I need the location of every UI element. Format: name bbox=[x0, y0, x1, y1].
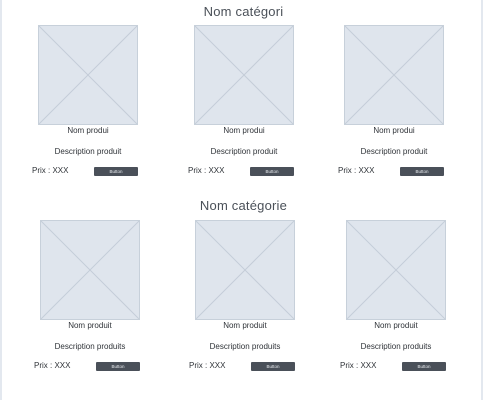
product-price: Prix : XXX bbox=[338, 166, 375, 175]
category-title: Nom catégori bbox=[203, 4, 284, 19]
image-placeholder-icon[interactable] bbox=[38, 25, 138, 125]
product-description: Description produits bbox=[360, 342, 432, 351]
product-name: Nom produit bbox=[374, 321, 418, 330]
product-button[interactable]: Button bbox=[96, 362, 140, 371]
image-placeholder-icon[interactable] bbox=[194, 25, 294, 125]
product-price: Prix : XXX bbox=[189, 361, 226, 370]
product-name: Nom produi bbox=[67, 126, 109, 135]
image-placeholder-icon[interactable] bbox=[346, 220, 446, 320]
product-price: Prix : XXX bbox=[32, 166, 69, 175]
product-name: Nom produit bbox=[223, 321, 267, 330]
product-button[interactable]: Button bbox=[400, 167, 444, 176]
product-name: Nom produit bbox=[68, 321, 112, 330]
product-card: Nom produi Description produit Prix : XX… bbox=[338, 25, 454, 185]
page-frame: Nom catégori Nom produi Description prod… bbox=[0, 0, 483, 400]
product-name: Nom produi bbox=[373, 126, 415, 135]
product-button[interactable]: Button bbox=[94, 167, 138, 176]
product-card: Nom produit Description produits Prix : … bbox=[340, 220, 456, 380]
product-button[interactable]: Button bbox=[250, 167, 294, 176]
product-name: Nom produi bbox=[223, 126, 265, 135]
product-price: Prix : XXX bbox=[34, 361, 71, 370]
product-description: Description produit bbox=[360, 147, 428, 156]
image-placeholder-icon[interactable] bbox=[40, 220, 140, 320]
product-card: Nom produit Description produits Prix : … bbox=[34, 220, 150, 380]
product-price: Prix : XXX bbox=[340, 361, 377, 370]
product-description: Description produits bbox=[209, 342, 281, 351]
image-placeholder-icon[interactable] bbox=[344, 25, 444, 125]
product-price: Prix : XXX bbox=[188, 166, 225, 175]
product-card: Nom produi Description produit Prix : XX… bbox=[32, 25, 148, 185]
product-description: Description produit bbox=[54, 147, 122, 156]
product-description: Description produits bbox=[54, 342, 126, 351]
image-placeholder-icon[interactable] bbox=[195, 220, 295, 320]
product-card: Nom produi Description produit Prix : XX… bbox=[188, 25, 304, 185]
product-button[interactable]: Button bbox=[251, 362, 295, 371]
product-card: Nom produit Description produits Prix : … bbox=[189, 220, 305, 380]
product-button[interactable]: Button bbox=[402, 362, 446, 371]
product-description: Description produit bbox=[210, 147, 278, 156]
category-title: Nom catégorie bbox=[199, 198, 288, 213]
